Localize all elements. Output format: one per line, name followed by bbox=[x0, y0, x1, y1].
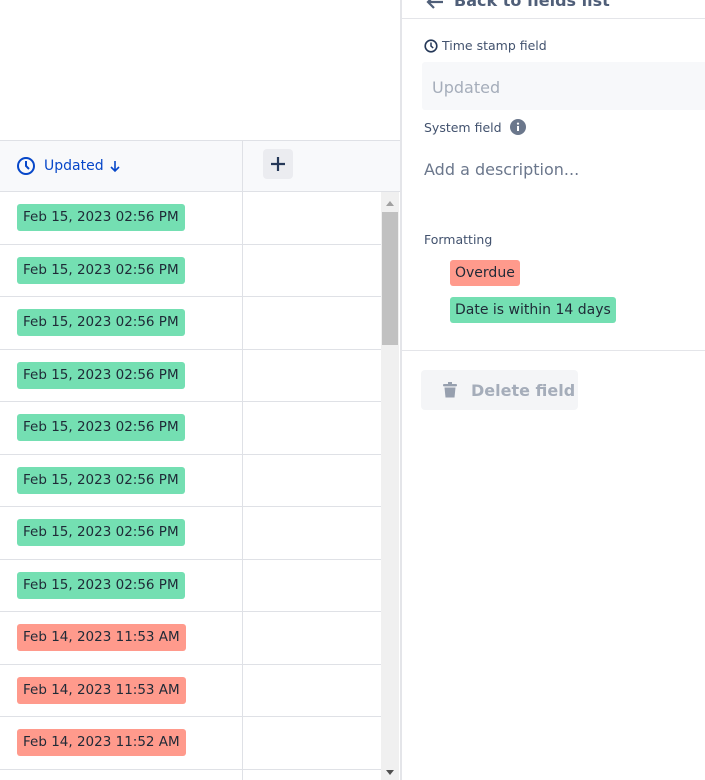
date-badge: Feb 14, 2023 11:53 AM bbox=[17, 676, 186, 704]
table-row[interactable]: Feb 15, 2023 02:56 PM bbox=[0, 297, 381, 350]
field-type: Time stamp field bbox=[424, 38, 547, 53]
formatting-label: Formatting bbox=[424, 232, 493, 247]
table-row[interactable]: Feb 14, 2023 11:52 AM bbox=[0, 717, 381, 770]
table-row[interactable]: Feb 15, 2023 02:56 PM bbox=[0, 349, 381, 402]
cell-updated[interactable] bbox=[0, 769, 243, 780]
scrollbar[interactable] bbox=[381, 192, 399, 780]
arrow-left-icon bbox=[426, 0, 443, 9]
sort-down-icon bbox=[110, 161, 120, 173]
clock-icon bbox=[17, 157, 35, 175]
date-badge: Feb 15, 2023 02:56 PM bbox=[17, 256, 185, 284]
date-badge: Feb 14, 2023 11:53 AM bbox=[17, 624, 186, 651]
table-row[interactable]: Feb 15, 2023 02:56 PM bbox=[0, 507, 381, 560]
date-badge: Feb 15, 2023 02:56 PM bbox=[17, 571, 185, 599]
table-row[interactable] bbox=[0, 769, 381, 780]
delete-field-label: Delete field bbox=[471, 380, 576, 400]
scroll-down-icon[interactable] bbox=[386, 770, 394, 775]
table-header: Updated bbox=[0, 140, 400, 192]
info-icon[interactable] bbox=[509, 119, 526, 135]
cell-updated[interactable]: Feb 15, 2023 02:56 PM bbox=[0, 454, 243, 506]
cell-updated[interactable]: Feb 15, 2023 02:56 PM bbox=[0, 244, 243, 296]
date-badge: Feb 14, 2023 11:52 AM bbox=[17, 729, 186, 756]
cell-updated[interactable]: Feb 15, 2023 02:56 PM bbox=[0, 349, 243, 401]
column-header-updated[interactable]: Updated bbox=[0, 141, 243, 191]
cell-updated[interactable]: Feb 15, 2023 02:56 PM bbox=[0, 192, 243, 244]
format-rule-overdue[interactable]: Overdue bbox=[450, 260, 520, 286]
system-field: System field bbox=[424, 119, 526, 135]
date-badge: Feb 15, 2023 02:56 PM bbox=[17, 519, 185, 546]
system-field-label: System field bbox=[424, 119, 502, 135]
back-to-fields-button[interactable]: Back to fields list bbox=[402, 0, 705, 19]
add-column-button[interactable] bbox=[263, 149, 293, 179]
cell-updated[interactable]: Feb 14, 2023 11:53 AM bbox=[0, 664, 243, 716]
cell-updated[interactable]: Feb 14, 2023 11:52 AM bbox=[0, 717, 243, 769]
field-type-label: Time stamp field bbox=[442, 38, 547, 53]
cell-updated[interactable]: Feb 14, 2023 11:53 AM bbox=[0, 612, 243, 664]
scroll-up-icon[interactable] bbox=[386, 201, 394, 206]
plus-icon bbox=[271, 157, 285, 171]
cell-updated[interactable]: Feb 15, 2023 02:56 PM bbox=[0, 559, 243, 611]
table-row[interactable]: Feb 14, 2023 11:53 AM bbox=[0, 612, 381, 665]
date-badge: Feb 15, 2023 02:56 PM bbox=[17, 414, 185, 441]
table-row[interactable]: Feb 15, 2023 02:56 PM bbox=[0, 454, 381, 507]
cell-updated[interactable]: Feb 15, 2023 02:56 PM bbox=[0, 297, 243, 349]
cell-updated[interactable]: Feb 15, 2023 02:56 PM bbox=[0, 402, 243, 454]
date-badge: Feb 15, 2023 02:56 PM bbox=[17, 204, 185, 231]
format-rule-within-14-days[interactable]: Date is within 14 days bbox=[450, 297, 616, 323]
field-name-input[interactable]: Updated bbox=[422, 62, 705, 110]
date-badge: Feb 15, 2023 02:56 PM bbox=[17, 466, 185, 494]
field-details-panel: Back to fields list Time stamp field Upd… bbox=[400, 0, 705, 780]
trash-icon bbox=[443, 382, 457, 398]
table-row[interactable]: Feb 15, 2023 02:56 PM bbox=[0, 559, 381, 612]
date-badge: Feb 15, 2023 02:56 PM bbox=[17, 361, 185, 389]
date-badge: Feb 15, 2023 02:56 PM bbox=[17, 309, 185, 336]
column-header-label: Updated bbox=[44, 158, 104, 174]
table-row[interactable]: Feb 15, 2023 02:56 PM bbox=[0, 402, 381, 455]
delete-field-button[interactable]: Delete field bbox=[421, 370, 578, 410]
cell-updated[interactable]: Feb 15, 2023 02:56 PM bbox=[0, 507, 243, 559]
table-row[interactable]: Feb 15, 2023 02:56 PM bbox=[0, 192, 381, 245]
table-row[interactable]: Feb 15, 2023 02:56 PM bbox=[0, 244, 381, 297]
divider bbox=[402, 350, 705, 351]
back-label: Back to fields list bbox=[454, 0, 610, 10]
clock-icon bbox=[424, 38, 438, 53]
table-area: Updated Feb 15, 2023 02:56 PM Feb 15, 202… bbox=[0, 0, 400, 780]
table-row[interactable]: Feb 14, 2023 11:53 AM bbox=[0, 664, 381, 717]
table-body: Feb 15, 2023 02:56 PM Feb 15, 2023 02:56 … bbox=[0, 192, 381, 780]
description-input[interactable]: Add a description... bbox=[424, 160, 579, 179]
scrollbar-thumb[interactable] bbox=[382, 212, 398, 345]
